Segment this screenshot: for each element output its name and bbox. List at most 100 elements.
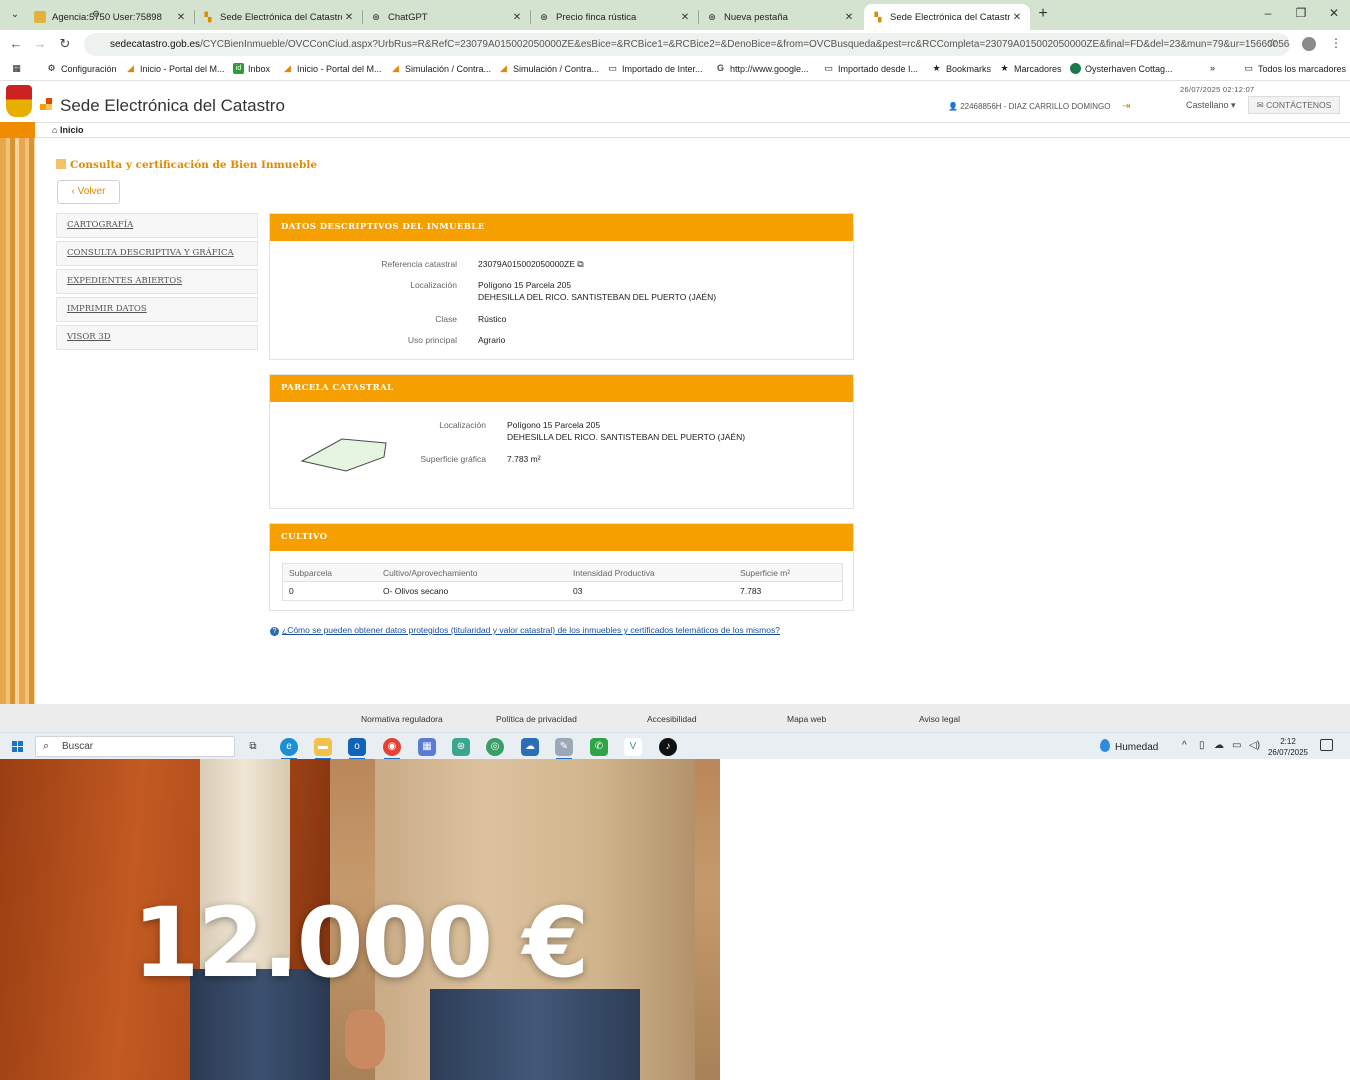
footer-mapa-web[interactable]: Mapa web <box>787 714 826 724</box>
task-view-icon[interactable]: ⧉ <box>244 738 262 756</box>
bookmark-configuracion[interactable]: ⚙ Configuración <box>46 63 117 74</box>
profile-avatar-icon[interactable] <box>1302 37 1316 51</box>
battery-icon[interactable]: ▯ <box>1199 740 1205 751</box>
tab-nueva-pestana[interactable]: ⊛ Nueva pestaña ✕ <box>698 4 862 30</box>
loc-line1: Polígono 15 Parcela 205 <box>478 280 572 290</box>
tab-search-icon[interactable]: ⌄ <box>6 6 24 24</box>
cell-intensidad: 03 <box>573 586 583 596</box>
bookmark-marcadores[interactable]: ★ Marcadores <box>999 63 1061 74</box>
windows-start-icon[interactable] <box>12 741 23 752</box>
new-tab-icon[interactable]: + <box>1035 5 1051 23</box>
globe-app-icon[interactable]: ◎ <box>486 738 504 756</box>
bookmark-simulacion-1[interactable]: ◢ Simulación / Contra... <box>390 63 491 74</box>
bookmarks-overflow-icon[interactable]: » <box>1210 63 1215 73</box>
user-name: 22468856H - DIAZ CARRILLO DOMINGO <box>960 102 1111 111</box>
loc-label: Localización <box>410 280 457 290</box>
bookmark-simulacion-2[interactable]: ◢ Simulación / Contra... <box>498 63 599 74</box>
sidenav-consulta[interactable]: CONSULTA DESCRIPTIVA Y GRÁFICA <box>56 241 258 266</box>
tab-catastro-1[interactable]: ▚ Sede Electrónica del Catastro · ✕ <box>194 4 362 30</box>
bookmark-importado-desde[interactable]: ▭ Importado desde I... <box>823 63 918 74</box>
address-bar[interactable]: sedecatastro.gob.es/CYCBienInmueble/OVCC… <box>84 33 1290 56</box>
reload-icon[interactable]: ↻ <box>57 36 73 52</box>
sidenav-cartografia[interactable]: CARTOGRAFÍA <box>56 213 258 238</box>
bookmark-portal-1[interactable]: ◢ Inicio - Portal del M... <box>125 63 225 74</box>
back-arrow-icon[interactable]: ← <box>8 36 24 52</box>
bookmark-google[interactable]: Ghttp://www.google... <box>715 63 809 74</box>
sidenav-visor-3d[interactable]: VISOR 3D <box>56 325 258 350</box>
tray-chevron-up-icon[interactable]: ^ <box>1182 740 1187 751</box>
footer-normativa[interactable]: Normativa reguladora <box>361 714 443 724</box>
bookmark-inbox[interactable]: id Inbox <box>233 63 270 74</box>
chatgpt-app-icon[interactable]: ⊛ <box>452 738 470 756</box>
network-icon[interactable]: ▭ <box>1232 740 1241 751</box>
clock-time: 2:12 <box>1280 737 1296 746</box>
file-explorer-icon[interactable]: ▬ <box>314 738 332 756</box>
footer-aviso-legal[interactable]: Aviso legal <box>919 714 960 724</box>
catastro-page: 26/07/2025 02:12:07 Sede Electrónica del… <box>0 82 1350 704</box>
logout-icon[interactable]: ⇥ <box>1122 101 1130 112</box>
bookmark-portal-2[interactable]: ◢ Inicio - Portal del M... <box>282 63 382 74</box>
bookmark-bookmarks[interactable]: ★ Bookmarks <box>931 63 991 74</box>
onedrive-icon[interactable]: ☁ <box>521 738 539 756</box>
bookmark-label: Configuración <box>61 63 117 74</box>
footer-privacidad[interactable]: Política de privacidad <box>496 714 577 724</box>
heading-icon <box>56 159 66 169</box>
tab-close-icon[interactable]: ✕ <box>342 12 356 23</box>
folder-flag-icon: ◢ <box>392 63 399 73</box>
tab-close-icon[interactable]: ✕ <box>174 12 188 23</box>
browser-menu-icon[interactable]: ⋮ <box>1330 36 1342 50</box>
tiktok-icon[interactable]: ♪ <box>659 738 677 756</box>
tab-close-icon[interactable]: ✕ <box>842 12 856 23</box>
tab-title: Nueva pestaña <box>724 11 788 23</box>
restore-icon[interactable]: ❐ <box>1291 6 1311 20</box>
sidenav-imprimir[interactable]: IMPRIMIR DATOS <box>56 297 258 322</box>
language-select[interactable]: Castellano ▾ <box>1186 100 1236 111</box>
bookmark-star-icon[interactable]: ☆ <box>1267 36 1278 50</box>
pen-app-icon[interactable]: ✎ <box>555 738 573 756</box>
tab-precio-finca[interactable]: ⊛ Precio finca rústica ✕ <box>530 4 698 30</box>
volume-icon[interactable]: ◁) <box>1249 740 1260 751</box>
v-app-icon[interactable]: V <box>624 738 642 756</box>
forward-arrow-icon[interactable]: → <box>32 36 48 52</box>
minimize-icon[interactable]: – <box>1258 6 1278 20</box>
taskbar-clock[interactable]: 2:12 26/07/2025 <box>1266 736 1310 758</box>
footer-accesibilidad[interactable]: Accesibilidad <box>647 714 697 724</box>
sidenav-expedientes[interactable]: EXPEDIENTES ABIERTOS <box>56 269 258 294</box>
back-button[interactable]: ‹ Volver <box>57 180 120 204</box>
star-icon: ★ <box>932 63 941 73</box>
site-title[interactable]: Sede Electrónica del Catastro <box>60 96 285 116</box>
tab-close-icon[interactable]: ✕ <box>1010 12 1024 23</box>
store-icon[interactable]: ▦ <box>418 738 436 756</box>
edge-icon[interactable]: e <box>280 738 298 756</box>
server-datetime: 26/07/2025 02:12:07 <box>1180 85 1255 94</box>
notifications-icon[interactable] <box>1320 739 1333 751</box>
tab-catastro-active[interactable]: ▚ Sede Electrónica del Catastro · ✕ <box>864 4 1030 30</box>
bookmark-label: Inbox <box>248 63 271 74</box>
bookmark-importado-inter[interactable]: ▭ Importado de Inter... <box>607 63 702 74</box>
superficie-value: 7.783 m² <box>507 454 541 464</box>
cloud-sync-icon[interactable]: ☁ <box>1214 740 1224 751</box>
taskbar-search-input[interactable]: Buscar <box>35 736 235 757</box>
all-bookmarks-folder[interactable]: ▭ Todos los marcadores <box>1243 63 1346 74</box>
bookmark-oysterhaven[interactable]: Oysterhaven Cottag... <box>1070 63 1173 74</box>
url-path: /CYCBienInmueble/OVCConCiud.aspx?UrbRus=… <box>200 39 1290 50</box>
outlook-icon[interactable]: o <box>348 738 366 756</box>
tab-title: Sede Electrónica del Catastro · <box>220 11 342 23</box>
weather-widget[interactable]: Humedad <box>1100 739 1158 753</box>
home-link[interactable]: ⌂ Inicio <box>52 125 83 135</box>
folder-flag-icon: ◢ <box>500 63 507 73</box>
chrome-icon[interactable]: ◉ <box>383 738 401 756</box>
apps-grid-icon[interactable]: ▦ <box>11 63 26 74</box>
site-info-icon[interactable]: ⚙ <box>92 9 102 19</box>
overflow-label: » <box>1210 63 1216 73</box>
protected-data-help-link[interactable]: ? ¿Cómo se pueden obtener datos protegido… <box>270 625 780 636</box>
tab-chatgpt[interactable]: ⊛ ChatGPT ✕ <box>362 4 530 30</box>
contact-button[interactable]: ✉ CONTÁCTENOS <box>1248 96 1340 114</box>
copy-icon[interactable]: ⧉ <box>577 259 583 269</box>
whatsapp-icon[interactable]: ✆ <box>590 738 608 756</box>
chatgpt-favicon-icon: ⊛ <box>708 12 716 22</box>
tab-close-icon[interactable]: ✕ <box>678 12 692 23</box>
tab-close-icon[interactable]: ✕ <box>510 12 524 23</box>
tab-agencia[interactable]: Agencia:5750 User:75898 ✕ <box>26 4 194 30</box>
close-window-icon[interactable]: ✕ <box>1324 6 1344 20</box>
